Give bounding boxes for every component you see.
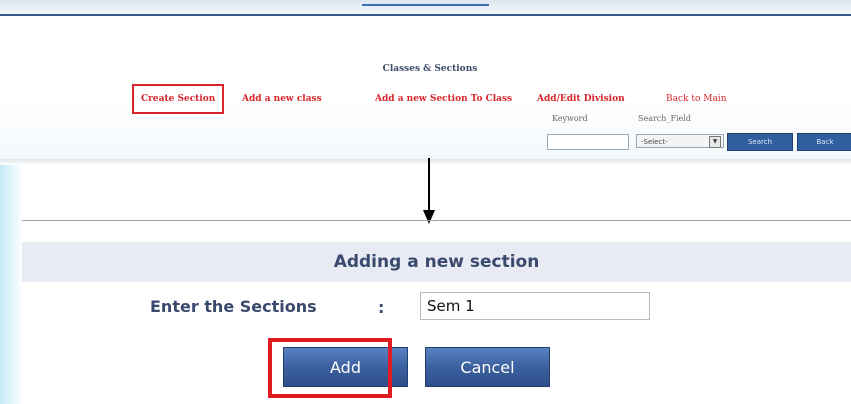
back-to-main-link[interactable]: Back to Main bbox=[666, 94, 727, 104]
search-field-label: Search_Field bbox=[638, 114, 691, 123]
separator-line bbox=[22, 220, 851, 221]
page-title: Classes & Sections bbox=[382, 64, 478, 74]
back-button[interactable]: Back bbox=[797, 133, 851, 151]
add-section-to-class-link[interactable]: Add a new Section To Class bbox=[375, 94, 512, 104]
cancel-button[interactable]: Cancel bbox=[425, 347, 550, 387]
keyword-label: Keyword bbox=[552, 114, 588, 123]
create-section-link[interactable]: Create Section bbox=[132, 84, 225, 114]
search-button[interactable]: Search bbox=[727, 133, 793, 151]
form-title: Adding a new section bbox=[22, 242, 851, 282]
sections-label: Enter the Sections bbox=[150, 297, 317, 316]
select-value: -Select- bbox=[641, 138, 668, 146]
down-arrow-icon bbox=[428, 158, 430, 213]
add-edit-division-link[interactable]: Add/Edit Division bbox=[537, 94, 625, 104]
top-screenshot-panel: Classes & Sections Create Section Add a … bbox=[0, 0, 851, 165]
top-link[interactable] bbox=[362, 4, 489, 6]
keyword-input[interactable] bbox=[547, 134, 629, 150]
add-class-link[interactable]: Add a new class bbox=[242, 94, 322, 104]
add-button-highlight bbox=[268, 338, 392, 398]
top-bar bbox=[0, 0, 851, 16]
search-field-select[interactable]: -Select- ▼ bbox=[636, 134, 724, 148]
panel-divider bbox=[0, 159, 851, 165]
sections-input[interactable] bbox=[420, 292, 650, 320]
arrow-head-icon bbox=[423, 210, 435, 224]
chevron-down-icon[interactable]: ▼ bbox=[709, 136, 721, 148]
label-colon: : bbox=[378, 298, 385, 317]
